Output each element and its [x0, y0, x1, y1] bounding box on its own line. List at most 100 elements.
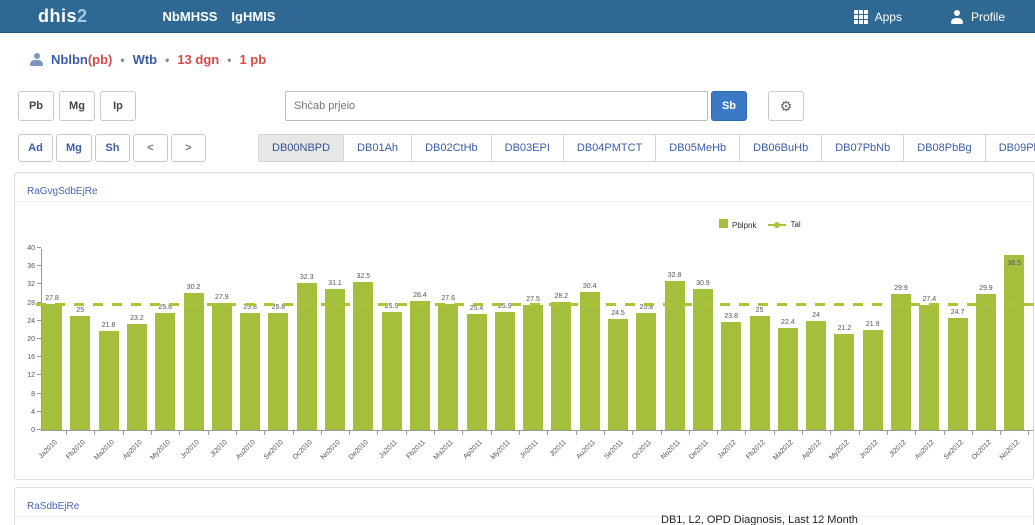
chart-bar[interactable]	[1004, 255, 1024, 430]
bar-value-label: 29.9	[886, 285, 916, 292]
chart-bar[interactable]	[467, 314, 487, 430]
chart-bar[interactable]	[580, 292, 600, 430]
y-axis-tick	[37, 338, 41, 339]
bar-value-label: 30.9	[688, 280, 718, 287]
owner-name-link[interactable]: Nblbn	[51, 52, 88, 67]
bar-value-label: 21.8	[94, 322, 124, 329]
x-axis-tick	[94, 431, 95, 435]
y-axis-tick	[37, 429, 41, 430]
y-axis-label: 12	[15, 372, 35, 379]
toolbar-button-mg[interactable]: Mg	[59, 91, 95, 121]
separator-dot: •	[227, 53, 231, 67]
bar-value-label: 25.4	[462, 305, 492, 312]
chart-bar[interactable]	[523, 305, 543, 430]
separator-dot: •	[165, 53, 169, 67]
legend-item-target: Tal	[768, 220, 800, 229]
dashboard-tab-db04pmtct[interactable]: DB04PMTCT	[563, 134, 655, 162]
chart-bar[interactable]	[155, 313, 175, 430]
dashboard-tab-db01ah[interactable]: DB01Ah	[343, 134, 411, 162]
x-axis-tick	[745, 431, 746, 435]
legend-item-series: Pblpnk	[719, 219, 756, 230]
toolbar-button-ip[interactable]: Ip	[100, 91, 136, 121]
dashboard-tab-db05mehb[interactable]: DB05MeHb	[655, 134, 739, 162]
apps-button[interactable]: Apps	[854, 10, 902, 24]
chart-bar[interactable]	[778, 328, 798, 430]
nav-menu: NbMHSS IgHMIS	[163, 9, 276, 24]
dhis2-logo[interactable]: dhis2	[38, 6, 88, 27]
chart-bar[interactable]	[919, 305, 939, 430]
chart-bar[interactable]	[976, 294, 996, 430]
legend-line-icon	[768, 224, 786, 226]
chart-bar[interactable]	[212, 303, 232, 430]
dashboard-tab-db03epi[interactable]: DB03EPI	[491, 134, 563, 162]
tab-control-sh[interactable]: Sh	[95, 134, 130, 162]
chart-bar[interactable]	[410, 301, 430, 430]
chart-bar[interactable]	[948, 318, 968, 430]
dashboard-tab-db02cthb[interactable]: DB02CtHb	[411, 134, 491, 162]
chart-bar[interactable]	[70, 316, 90, 430]
chart-bar[interactable]	[382, 312, 402, 430]
bar-value-label: 32.3	[292, 274, 322, 281]
y-axis-tick	[37, 374, 41, 375]
chart-bar[interactable]	[551, 302, 571, 430]
search-button[interactable]: Sb	[711, 91, 747, 121]
chart-bar[interactable]	[608, 319, 628, 431]
chart-bar[interactable]	[438, 304, 458, 430]
bar-value-label: 24	[801, 312, 831, 319]
chart-bar[interactable]	[42, 304, 62, 431]
nav-menu-item-2[interactable]: IgHMIS	[231, 9, 275, 24]
y-axis-tick	[37, 356, 41, 357]
chart-bar[interactable]	[240, 313, 260, 430]
dashboard-tab-db09pbbs[interactable]: DB09PbBs	[985, 134, 1035, 162]
dashboard-tab-db06buhb[interactable]: DB06BuHb	[739, 134, 821, 162]
dashboard-tab-db08pbbg[interactable]: DB08PbBg	[903, 134, 984, 162]
bottom-panel-link[interactable]: RaSdbEjRe	[27, 501, 79, 512]
toolbar-button-pb[interactable]: Pb	[18, 91, 54, 121]
tab-control-next[interactable]: >	[171, 134, 206, 162]
dashboard-tab-db00nbpd[interactable]: DB00NBPD	[258, 134, 343, 162]
chart-bar[interactable]	[495, 312, 515, 430]
tab-control-mg[interactable]: Mg	[56, 134, 92, 162]
chart-bar[interactable]	[127, 324, 147, 430]
chart-panel-link[interactable]: RaGvgSdbEjRe	[27, 186, 98, 197]
chart-panel-header: RaGvgSdbEjRe	[15, 173, 1033, 202]
chart-bar[interactable]	[636, 313, 656, 430]
x-axis-tick	[576, 431, 577, 435]
profile-button[interactable]: Profile	[950, 10, 1005, 24]
tab-controls: AdMgSh<>	[18, 134, 206, 162]
profile-label: Profile	[971, 10, 1005, 24]
dashboard-info-bar: Nblbn(pb) • Wtb • 13 dgn • 1 pb	[30, 52, 266, 67]
chart-bar[interactable]	[834, 334, 854, 431]
chart-bar[interactable]	[99, 331, 119, 430]
chart-bar[interactable]	[184, 293, 204, 430]
bar-value-label: 32.8	[660, 272, 690, 279]
y-axis-label: 16	[15, 354, 35, 361]
chart-bar[interactable]	[891, 294, 911, 430]
tab-control-ad[interactable]: Ad	[18, 134, 53, 162]
nav-menu-item-1[interactable]: NbMHSS	[163, 9, 218, 24]
x-axis-tick	[377, 431, 378, 435]
bar-value-label: 27.6	[433, 295, 463, 302]
chart-bar[interactable]	[693, 289, 713, 430]
bar-value-label: 21.9	[858, 321, 888, 328]
settings-button[interactable]: ⚙	[768, 91, 804, 121]
bar-value-label: 22.4	[773, 319, 803, 326]
chart-bar[interactable]	[806, 321, 826, 430]
chart-bar[interactable]	[863, 330, 883, 430]
x-axis-tick	[661, 431, 662, 435]
chart-bar[interactable]	[325, 289, 345, 431]
x-axis-tick	[434, 431, 435, 435]
tab-control-prev[interactable]: <	[133, 134, 168, 162]
y-axis-label: 4	[15, 409, 35, 416]
y-axis-tick	[37, 247, 41, 248]
shared-link[interactable]: Wtb	[133, 52, 158, 67]
chart-bar[interactable]	[268, 313, 288, 430]
dashboard-tab-db07pbnb[interactable]: DB07PbNb	[821, 134, 903, 162]
x-axis-tick	[859, 431, 860, 435]
x-axis-tick	[972, 431, 973, 435]
search-input[interactable]	[285, 91, 708, 121]
apps-grid-icon	[854, 10, 868, 24]
chart-bar[interactable]	[721, 322, 741, 430]
x-axis-tick	[689, 431, 690, 435]
chart-bar[interactable]	[750, 316, 770, 430]
